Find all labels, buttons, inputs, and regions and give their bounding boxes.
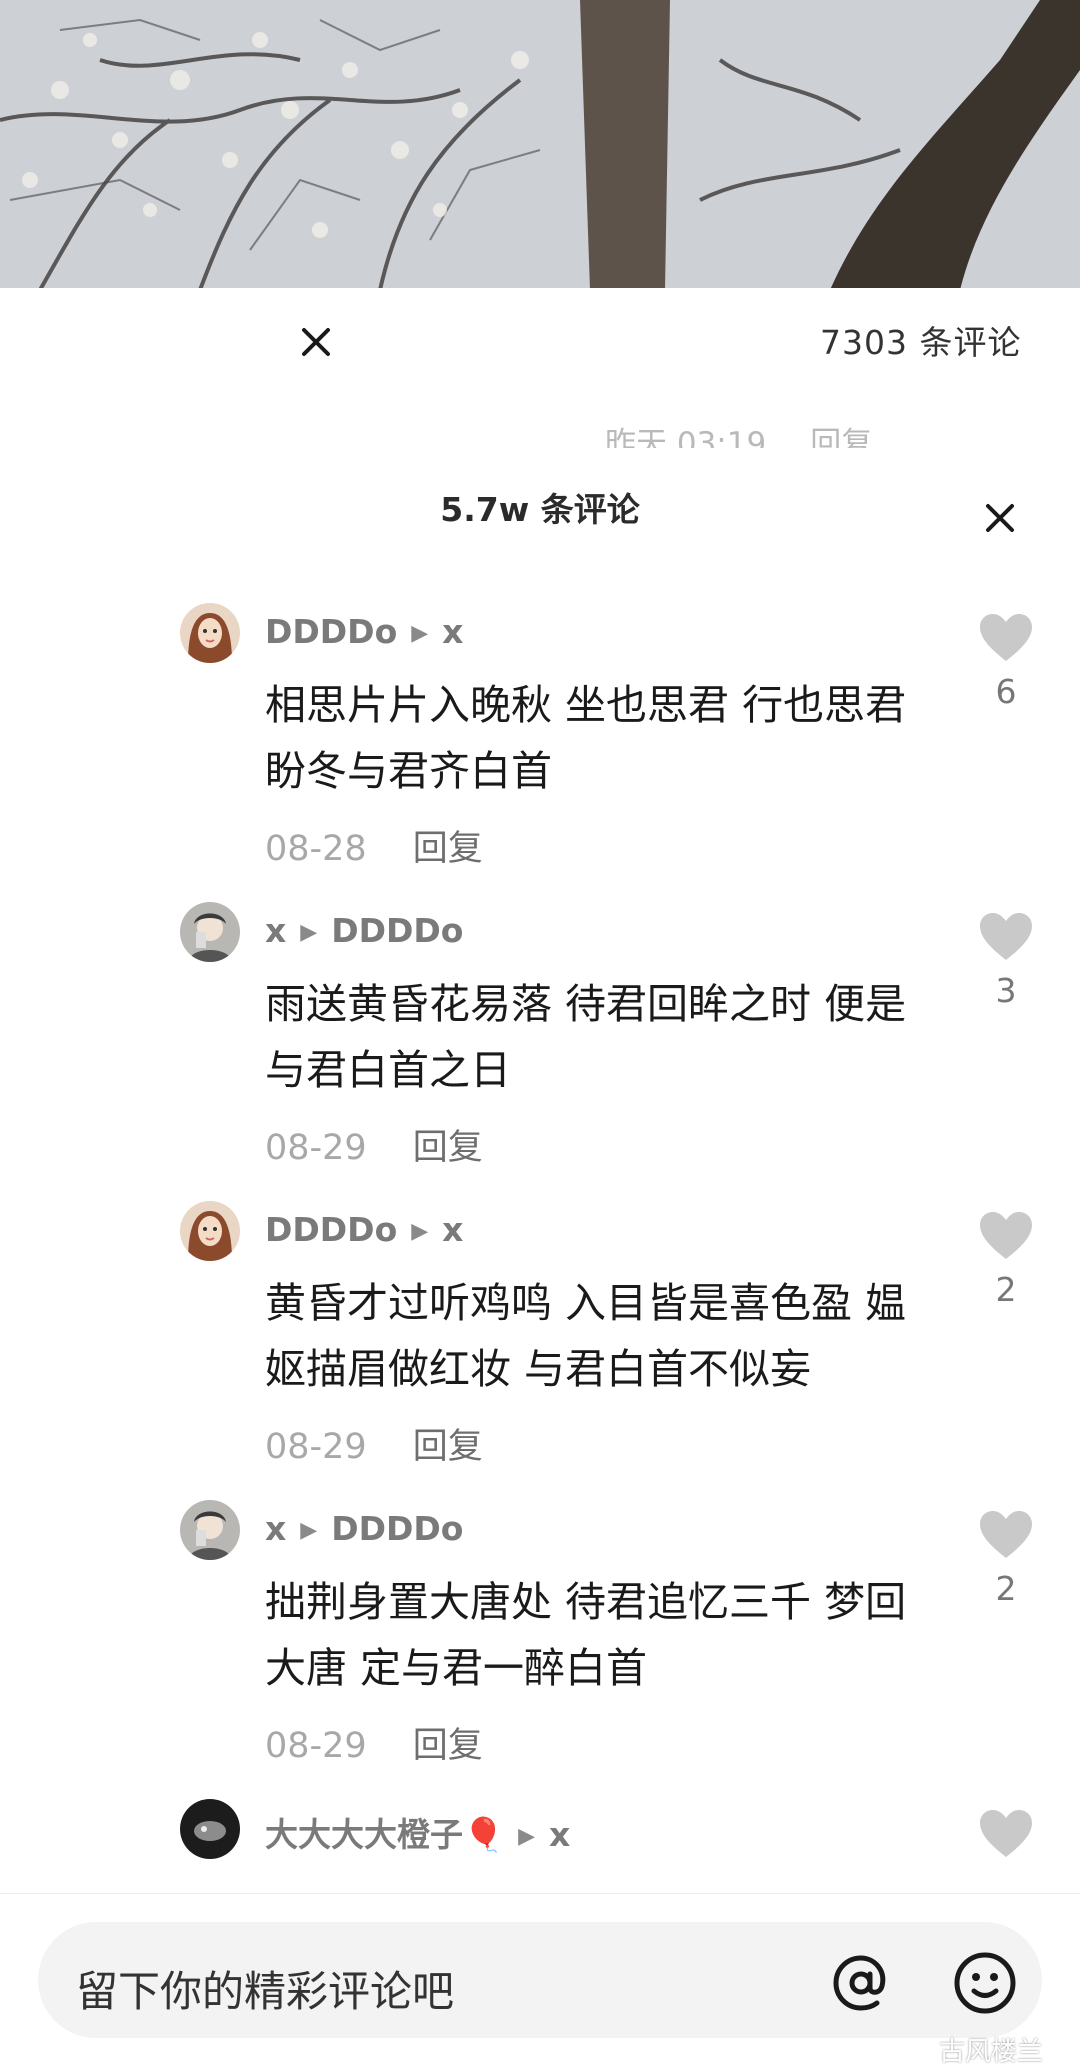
reply-to-user[interactable]: DDDDo	[331, 911, 463, 950]
reply-to-user[interactable]: DDDDo	[331, 1509, 463, 1548]
heart-icon[interactable]	[978, 1211, 1034, 1261]
avatar[interactable]	[180, 902, 240, 962]
comment-author-line: x ▶ DDDDo	[265, 911, 463, 950]
comment-text: 拙荆身置大唐处 待君追忆三千 梦回大唐 定与君一醉白首	[265, 1578, 907, 1692]
reply-to-user[interactable]: x	[442, 1210, 463, 1249]
like-count: 3	[995, 971, 1017, 1010]
watermark-text: 古风楼兰	[939, 2037, 1044, 2067]
comment-author[interactable]: x	[265, 911, 286, 950]
emoji-icon[interactable]	[950, 1948, 1020, 2018]
at-icon[interactable]	[826, 1948, 896, 2018]
reply-button[interactable]: 回复	[413, 1726, 483, 1766]
comment-date-line: 08-28 回复	[265, 820, 483, 871]
previous-comment-count: 7303 条评论	[820, 323, 1022, 362]
comment-text: 黄昏才过听鸡鸣 入目皆是喜色盈 媪妪描眉做红妆 与君白首不似妄	[265, 1279, 907, 1393]
avatar[interactable]	[180, 1201, 240, 1261]
reply-arrow-icon: ▶	[411, 621, 429, 646]
comment-input-placeholder[interactable]: 留下你的精彩评论吧	[76, 1958, 454, 2019]
heart-icon[interactable]	[978, 613, 1034, 663]
heart-icon[interactable]	[978, 1510, 1034, 1560]
heart-icon[interactable]	[978, 1809, 1034, 1859]
like-count: 2	[995, 1270, 1017, 1309]
close-icon[interactable]	[296, 322, 336, 362]
reply-to-user[interactable]: x	[442, 612, 463, 651]
comment-author[interactable]: x	[265, 1509, 286, 1548]
comment-date-line: 08-29 回复	[265, 1717, 483, 1768]
comment-author-line: x ▶ DDDDo	[265, 1509, 463, 1548]
reply-arrow-icon: ▶	[300, 1518, 318, 1543]
reply-arrow-icon: ▶	[518, 1824, 536, 1849]
comment-author-line: DDDDo ▶ x	[265, 1210, 463, 1249]
comment-text: 相思片片入晚秋 坐也思君 行也思君 盼冬与君齐白首	[265, 681, 907, 795]
comment-count-title: 5.7w 条评论	[440, 490, 640, 529]
like-count: 6	[995, 672, 1017, 711]
comment-author[interactable]: 大大大大橙子🎈	[265, 1815, 504, 1854]
comment-date: 08-29	[265, 1128, 367, 1168]
previous-comments-sheet	[0, 288, 1080, 468]
wechat-icon	[898, 2042, 931, 2062]
close-icon[interactable]	[982, 500, 1018, 536]
comment-date: 08-29	[265, 1726, 367, 1766]
video-background-photo	[0, 0, 1080, 290]
reply-arrow-icon: ▶	[300, 920, 318, 945]
watermark: 古风楼兰	[897, 2031, 1043, 2068]
comment-text: 雨送黄昏花易落 待君回眸之时 便是与君白首之日	[265, 980, 907, 1094]
comment-date-line: 08-29 回复	[265, 1119, 483, 1170]
reply-button[interactable]: 回复	[413, 1427, 483, 1467]
faded-reply: 回复	[810, 426, 873, 448]
comment-date-line: 08-29 回复	[265, 1418, 483, 1469]
reply-button[interactable]: 回复	[413, 829, 483, 869]
reply-arrow-icon: ▶	[411, 1219, 429, 1244]
comment-date: 08-28	[265, 829, 367, 869]
avatar[interactable]	[180, 603, 240, 663]
heart-icon[interactable]	[978, 912, 1034, 962]
faded-comment-row: 昨天 03:19 回复	[605, 418, 916, 448]
comment-author[interactable]: DDDDo	[265, 1210, 397, 1249]
faded-time: 昨天 03:19	[605, 426, 767, 448]
like-count: 2	[995, 1569, 1017, 1608]
comment-author-line: 大大大大橙子🎈 ▶ x	[265, 1808, 570, 1856]
reply-button[interactable]: 回复	[413, 1128, 483, 1168]
comment-author-line: DDDDo ▶ x	[265, 612, 463, 651]
avatar[interactable]	[180, 1500, 240, 1560]
reply-to-user[interactable]: x	[549, 1815, 570, 1854]
comment-date: 08-29	[265, 1427, 367, 1467]
avatar[interactable]	[180, 1799, 240, 1859]
comment-author[interactable]: DDDDo	[265, 612, 397, 651]
